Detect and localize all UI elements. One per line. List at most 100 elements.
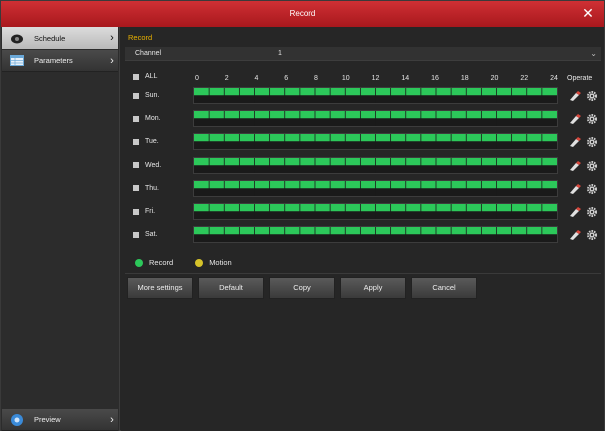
day-label-row[interactable]: Wed. — [133, 162, 161, 169]
apply-button[interactable]: Apply — [340, 277, 406, 299]
hour-tick: 8 — [314, 75, 318, 82]
gear-icon[interactable] — [587, 183, 597, 194]
day-label: Wed. — [145, 161, 162, 169]
chevron-right-icon: › — [110, 54, 114, 67]
day-label: Sun. — [145, 92, 160, 99]
sidebar-item-preview[interactable]: Preview › — [2, 409, 118, 431]
sidebar-item-label: Schedule — [34, 33, 66, 43]
hour-cells — [194, 204, 557, 219]
hour-cells — [194, 227, 557, 243]
day-checkbox[interactable] — [133, 231, 139, 238]
chevron-down-icon[interactable]: ⌄ — [590, 49, 597, 58]
gear-icon[interactable] — [587, 207, 597, 217]
day-schedule-bar[interactable] — [193, 133, 558, 151]
hour-tick: 22 — [520, 75, 529, 82]
schedule-grid: ALL 0 2 4 6 8 10 12 14 16 18 20 22 24 Operate Sun. Mo… — [125, 65, 601, 275]
gear-icon[interactable] — [587, 160, 597, 171]
channel-selector[interactable]: Channel 1 ⌄ — [125, 47, 601, 61]
day-label-row[interactable]: Sun. — [133, 92, 159, 99]
sidebar: Schedule › Parameters › Preview › — [1, 27, 120, 431]
hour-tick: 18 — [460, 75, 469, 82]
legend-record-label: Record — [149, 258, 174, 267]
day-schedule-bar[interactable] — [193, 156, 558, 174]
gear-icon[interactable] — [587, 137, 597, 148]
day-label-row[interactable]: Sat. — [133, 231, 157, 238]
all-checkbox-row[interactable]: ALL — [133, 73, 157, 80]
close-button[interactable]: ✕ — [579, 4, 597, 22]
section-title: Record — [128, 33, 153, 42]
hour-cells — [194, 134, 557, 150]
eraser-icon[interactable] — [569, 91, 581, 101]
hour-tick: 4 — [254, 75, 259, 82]
day-checkbox[interactable] — [133, 92, 139, 99]
sidebar-item-label: Parameters — [34, 56, 73, 65]
eraser-icon[interactable] — [569, 137, 581, 148]
hour-cells — [194, 180, 557, 196]
hour-tick: 24 — [550, 75, 558, 82]
sidebar-item-schedule[interactable]: Schedule › — [2, 27, 118, 49]
parameters-icon — [10, 55, 24, 66]
day-checkbox[interactable] — [133, 115, 139, 122]
channel-value[interactable]: 1 — [278, 50, 282, 57]
gear-icon[interactable] — [587, 114, 597, 125]
operate-header: Operate — [567, 75, 593, 82]
divider — [125, 273, 601, 274]
day-label: Mon. — [145, 115, 161, 123]
all-label: ALL — [145, 73, 158, 80]
main-panel: Record Channel 1 ⌄ ALL 0 2 4 6 8 10 12 14 16 18 20… — [121, 27, 604, 431]
title-bar: Record ✕ — [1, 1, 604, 27]
day-label-row[interactable]: Tue. — [133, 138, 159, 145]
default-button[interactable]: Default — [198, 277, 264, 299]
day-label: Thu. — [145, 184, 160, 192]
day-schedule-bar[interactable] — [193, 110, 558, 128]
hour-tick: 0 — [195, 75, 199, 82]
channel-label: Channel — [135, 50, 162, 57]
close-icon: ✕ — [582, 5, 594, 21]
camera-icon — [10, 33, 24, 44]
more-settings-button[interactable]: More settings — [127, 277, 193, 299]
eraser-icon[interactable] — [569, 230, 581, 241]
chevron-right-icon: › — [110, 413, 114, 426]
hour-tick: 12 — [371, 75, 380, 82]
day-label-row[interactable]: Fri. — [133, 208, 155, 215]
eraser-icon[interactable] — [569, 207, 581, 217]
motion-legend-icon — [195, 258, 204, 267]
day-label: Fri. — [145, 208, 156, 215]
hour-cells — [194, 157, 557, 173]
hour-tick: 20 — [490, 75, 499, 82]
day-checkbox[interactable] — [133, 162, 139, 169]
eraser-icon[interactable] — [569, 160, 581, 171]
window-title: Record — [289, 9, 316, 18]
record-legend-icon — [135, 258, 143, 267]
hour-cells — [194, 88, 557, 103]
copy-button[interactable]: Copy — [269, 277, 335, 299]
day-checkbox[interactable] — [133, 208, 139, 215]
preview-icon — [10, 414, 24, 426]
cancel-button[interactable]: Cancel — [411, 277, 477, 299]
day-schedule-bar[interactable] — [193, 87, 558, 104]
gear-icon[interactable] — [587, 91, 597, 101]
day-schedule-bar[interactable] — [193, 203, 558, 220]
day-label-row[interactable]: Mon. — [133, 115, 161, 122]
hour-tick: 2 — [224, 75, 229, 82]
day-checkbox[interactable] — [133, 185, 139, 192]
hour-tick: 10 — [341, 75, 350, 82]
day-schedule-bar[interactable] — [193, 179, 558, 197]
day-label: Tue. — [145, 138, 159, 146]
day-checkbox[interactable] — [133, 138, 139, 145]
hour-tick: 6 — [284, 75, 289, 82]
record-window: Record ✕ Schedule › Parameters › Preview… — [0, 0, 605, 431]
eraser-icon[interactable] — [569, 183, 581, 194]
legend-motion-label: Motion — [209, 258, 232, 267]
gear-icon[interactable] — [587, 230, 597, 241]
hour-tick: 16 — [431, 75, 439, 82]
all-checkbox[interactable] — [133, 73, 139, 80]
day-label-row[interactable]: Thu. — [133, 185, 159, 192]
eraser-icon[interactable] — [569, 114, 581, 125]
sidebar-item-parameters[interactable]: Parameters › — [2, 50, 118, 72]
legend: Record Motion — [135, 258, 232, 267]
sidebar-item-label: Preview — [34, 415, 61, 424]
day-schedule-bar[interactable] — [193, 226, 558, 244]
hour-cells — [194, 111, 557, 127]
hour-tick: 14 — [401, 75, 410, 82]
